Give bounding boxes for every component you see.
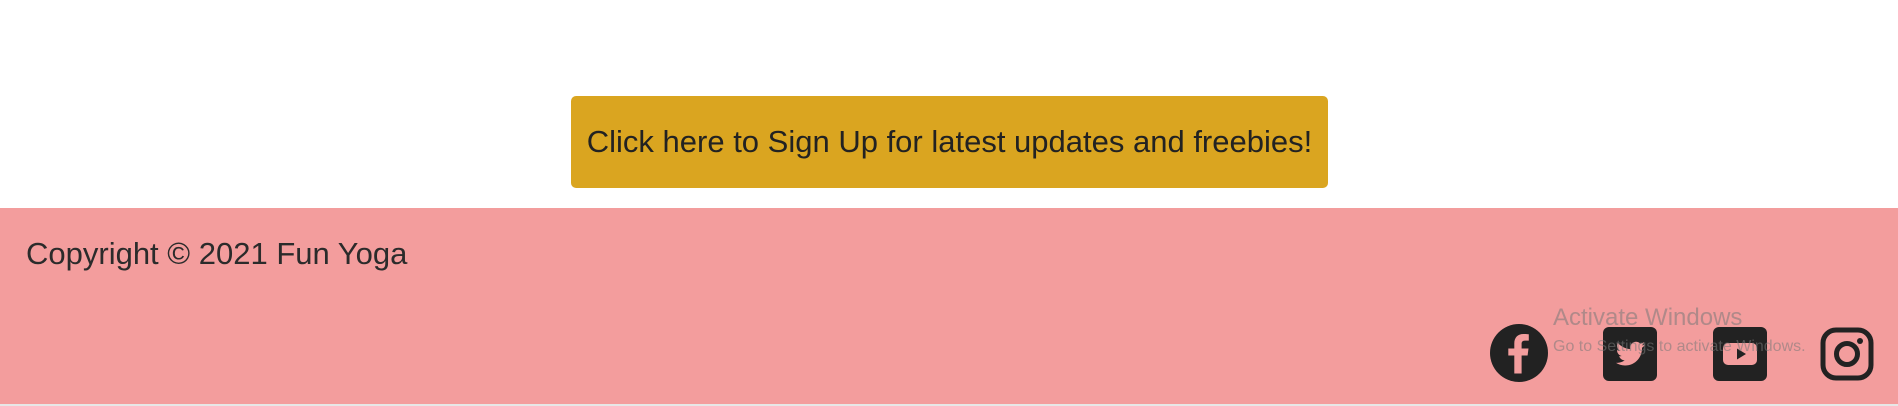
footer: Copyright © 2021 Fun Yoga Activate Windo… [0, 208, 1898, 404]
signup-section: Click here to Sign Up for latest updates… [0, 0, 1898, 208]
youtube-icon[interactable] [1713, 327, 1767, 381]
watermark-title: Activate Windows [1553, 304, 1743, 331]
instagram-icon[interactable] [1820, 327, 1874, 381]
twitter-icon[interactable] [1603, 327, 1657, 381]
signup-button[interactable]: Click here to Sign Up for latest updates… [571, 96, 1328, 188]
windows-activation-watermark: Activate Windows Go to Settings to activ… [1553, 304, 1806, 358]
facebook-icon[interactable] [1490, 324, 1548, 382]
copyright-text: Copyright © 2021 Fun Yoga [26, 236, 408, 271]
watermark-subtitle: Go to Settings to activate Windows. [1553, 338, 1806, 355]
page: Click here to Sign Up for latest updates… [0, 0, 1898, 406]
